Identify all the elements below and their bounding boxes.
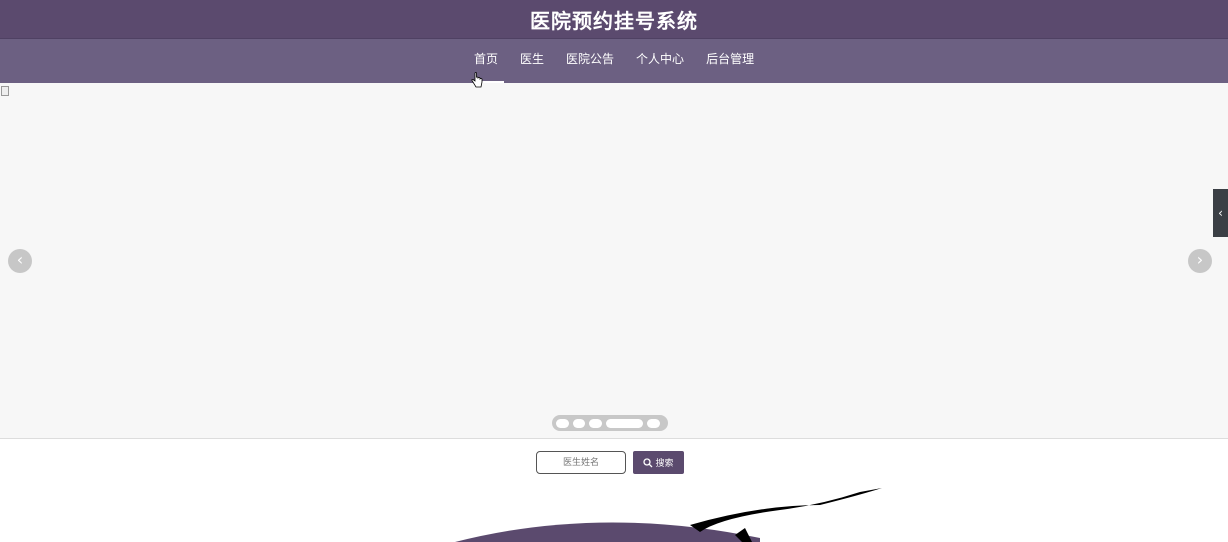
title-bar: 医院预约挂号系统 (0, 0, 1228, 38)
nav-item-announcements[interactable]: 医院公告 (558, 39, 622, 84)
nav-menu: 首页 医生 医院公告 个人中心 后台管理 (466, 39, 768, 84)
chevron-left-icon: ‹ (16, 250, 24, 269)
hand-cursor-icon (471, 72, 483, 88)
chevron-right-icon: › (1196, 250, 1204, 269)
nav-item-doctors[interactable]: 医生 (512, 39, 552, 84)
search-button-label: 搜索 (655, 459, 674, 469)
nav-bar: 首页 医生 医院公告 个人中心 后台管理 (0, 38, 1228, 84)
carousel-dot[interactable] (572, 418, 586, 428)
carousel-dot[interactable] (556, 418, 569, 428)
carousel-indicators (552, 415, 668, 431)
carousel-next-button[interactable]: › (1188, 249, 1212, 273)
search-icon (643, 457, 653, 467)
search-button[interactable]: 搜索 (633, 451, 684, 474)
banner-carousel: ‹ › (0, 83, 1228, 439)
chevron-left-icon: ‹ (1218, 206, 1223, 220)
carousel-prev-button[interactable]: ‹ (8, 249, 32, 273)
side-panel-toggle[interactable]: ‹ (1213, 189, 1228, 237)
doctor-name-search-input[interactable] (536, 451, 626, 474)
carousel-dot[interactable] (647, 418, 661, 428)
decorative-illustration (455, 488, 882, 542)
nav-item-personal-center[interactable]: 个人中心 (628, 39, 692, 84)
carousel-dot-active[interactable] (606, 418, 644, 428)
nav-item-admin[interactable]: 后台管理 (698, 39, 762, 84)
site-title: 医院预约挂号系统 (530, 8, 698, 33)
carousel-dot[interactable] (589, 418, 603, 428)
page: 医院预约挂号系统 首页 医生 医院公告 个人中心 后台管理 ‹ › ‹ 医生姓名… (0, 0, 1228, 542)
broken-image-icon (1, 86, 9, 96)
